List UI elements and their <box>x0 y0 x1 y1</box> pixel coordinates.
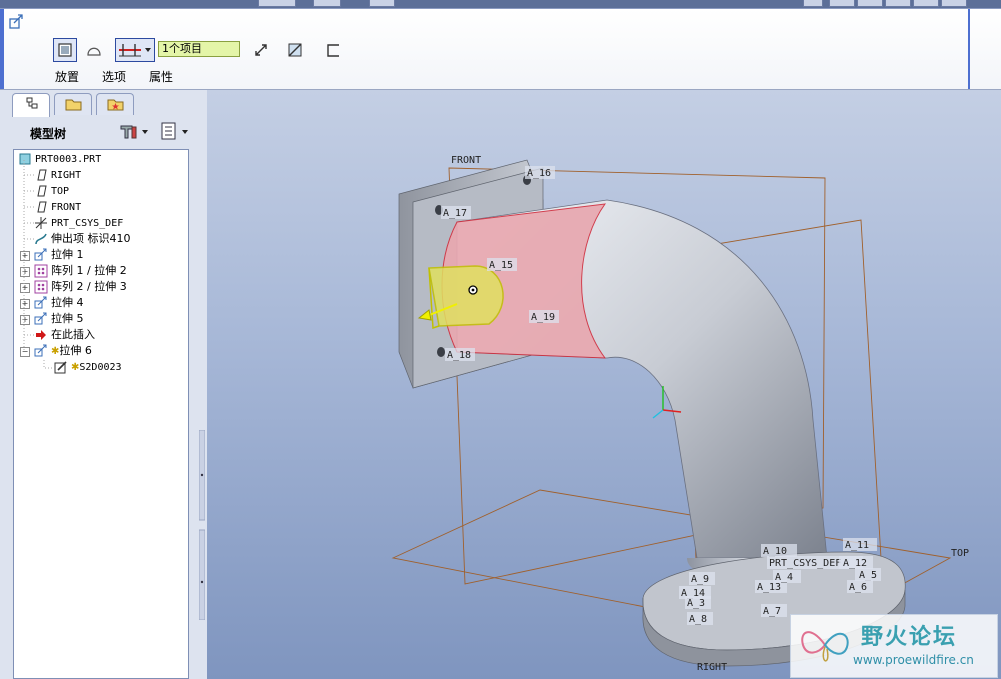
show-options-icon[interactable] <box>158 121 194 141</box>
surface-button[interactable] <box>82 38 106 62</box>
label-a4: A_4 <box>775 572 793 583</box>
model-tree: PRT0003.PRT RIGHT TOP FRONT PRT_CSYS_DEF… <box>13 149 189 679</box>
label-a19: A_19 <box>531 312 555 323</box>
tree-connector-lines <box>23 160 54 369</box>
flip-direction-icon <box>255 44 267 56</box>
label-a8: A_8 <box>689 614 707 625</box>
label-a18: A_18 <box>447 350 471 361</box>
watermark-url: www.proewildfire.cn <box>853 653 974 667</box>
panel-splitter[interactable] <box>198 429 206 621</box>
tab-favorites[interactable] <box>96 93 134 115</box>
tab-model-tree[interactable] <box>12 93 50 117</box>
depth-option-dropdown[interactable] <box>115 38 155 62</box>
sketch-icon <box>54 361 67 374</box>
label-top: TOP <box>951 548 969 559</box>
thicken-sketch-icon <box>327 44 339 57</box>
top-strip <box>0 0 1001 9</box>
thicken-sketch-button[interactable] <box>321 38 345 62</box>
remove-material-button[interactable] <box>283 38 307 62</box>
surface-icon <box>87 47 101 56</box>
flip-direction-button[interactable] <box>249 38 273 62</box>
label-a15: A_15 <box>489 260 513 271</box>
dashboard-right-accent <box>968 9 970 89</box>
navigator-tabs <box>0 90 207 117</box>
label-a12: A_12 <box>843 558 867 569</box>
tab-options[interactable]: 选项 <box>102 68 126 85</box>
toolbar-button[interactable] <box>369 0 395 7</box>
favorites-icon <box>107 99 124 111</box>
extrude-dashboard: 1个项目 放置 选项 属性 <box>0 9 1001 90</box>
settings-tools-icon[interactable] <box>118 121 154 141</box>
toolbar-button[interactable] <box>941 0 967 7</box>
model-view[interactable]: FRONT TOP RIGHT A_16 A_17 A_15 A_19 A_18… <box>207 90 1001 679</box>
remove-material-icon <box>288 43 302 57</box>
toolbar-button[interactable] <box>258 0 296 7</box>
model-tree-title: 模型树 <box>30 127 67 141</box>
dashboard-extrude-icon[interactable] <box>8 13 26 31</box>
folder-icon <box>65 99 82 111</box>
tree-item-sketch[interactable]: ✱S2D0023 <box>54 359 122 375</box>
label-a11: A_11 <box>845 540 869 551</box>
graphics-window[interactable]: FRONT TOP RIGHT A_16 A_17 A_15 A_19 A_18… <box>207 90 1001 679</box>
label-a17: A_17 <box>443 208 467 219</box>
label-a6: A_6 <box>849 582 867 593</box>
label-a3: A_3 <box>687 598 705 609</box>
label-a16: A_16 <box>527 168 551 179</box>
forum-watermark: 野火论坛 www.proewildfire.cn <box>790 614 998 678</box>
blind-depth-icon <box>119 44 151 57</box>
tab-folder-browser[interactable] <box>54 93 92 115</box>
label-a13: A_13 <box>757 582 781 593</box>
toolbar-button[interactable] <box>803 0 823 7</box>
model-tree-icon <box>26 97 38 109</box>
tab-placement[interactable]: 放置 <box>55 68 79 85</box>
label-a9: A_9 <box>691 574 709 585</box>
toolbar-button[interactable] <box>885 0 911 7</box>
toolbar-button[interactable] <box>313 0 341 7</box>
label-a10: A_10 <box>763 546 787 557</box>
tab-properties[interactable]: 属性 <box>149 68 173 85</box>
pipe-elbow[interactable] <box>441 199 828 585</box>
label-csys: PRT_CSYS_DEF <box>769 558 841 569</box>
label-right: RIGHT <box>697 662 727 673</box>
watermark-title: 野火论坛 <box>861 625 958 650</box>
toolbar-button[interactable] <box>829 0 855 7</box>
toolbar-button[interactable] <box>913 0 939 7</box>
model-tree-toolbar: 模型树 <box>4 117 193 147</box>
toolbar-button[interactable] <box>857 0 883 7</box>
label-a5: A_5 <box>859 570 877 581</box>
depth-collector[interactable]: 1个项目 <box>158 41 240 57</box>
label-front: FRONT <box>451 155 481 166</box>
navigator-panel: 模型树 PRT0003.PRT RIGHT TOP FRONT PRT_CSYS… <box>0 90 207 679</box>
solid-icon <box>58 43 72 57</box>
label-a7: A_7 <box>763 606 781 617</box>
solid-button[interactable] <box>53 38 77 62</box>
butterfly-logo-icon <box>801 631 849 662</box>
dashboard-left-accent <box>0 9 4 89</box>
